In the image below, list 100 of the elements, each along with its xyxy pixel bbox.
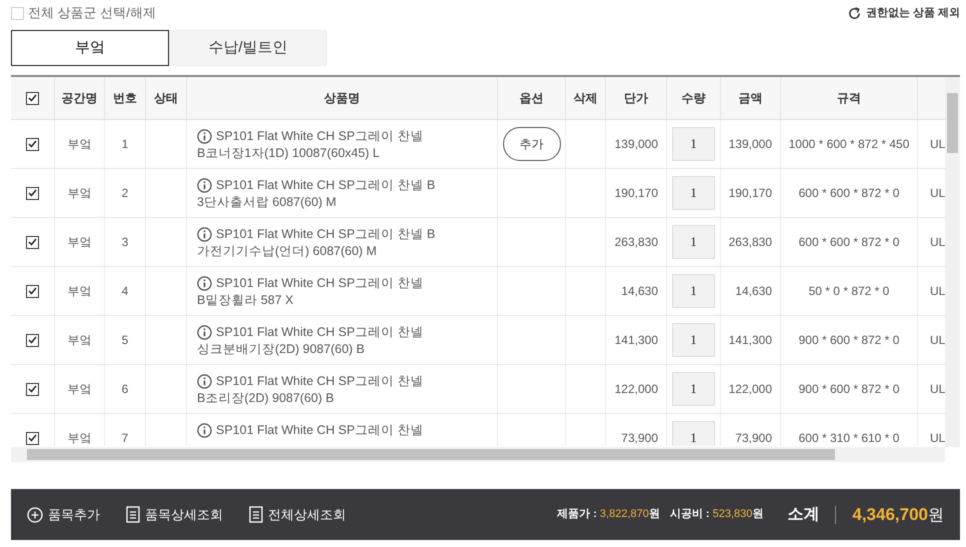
add-item-button[interactable]: 품목추가: [27, 504, 100, 524]
product-name: SP101 Flat White CH SP그레이 찬넬 B: [216, 226, 436, 243]
table-cell-text: 900 * 600 * 872 * 0: [798, 381, 900, 398]
column-header: 수량: [682, 90, 706, 107]
currency-unit: 원: [752, 507, 764, 522]
vertical-scrollbar[interactable]: [945, 77, 960, 447]
total-label: 시공비 :: [670, 507, 710, 522]
checkbox[interactable]: [26, 236, 39, 248]
product-name: SP101 Flat White CH SP그레이 찬넬: [216, 324, 424, 341]
product-name: SP101 Flat White CH SP그레이 찬넬: [216, 373, 424, 390]
table-cell-text: UL: [930, 283, 945, 300]
table-cell-text: UL: [930, 381, 945, 398]
table-cell-text: UL: [930, 234, 945, 251]
table-cell-text: 5: [122, 332, 128, 349]
table-cell-text: 50 * 0 * 872 * 0: [808, 283, 890, 300]
table-cell-text: 14,630: [735, 283, 772, 300]
info-icon[interactable]: [197, 374, 212, 389]
tab[interactable]: 수납/빌트인: [169, 30, 327, 66]
checkbox[interactable]: [26, 186, 39, 200]
info-icon[interactable]: [197, 227, 212, 242]
table-cell-text: 부엌: [68, 283, 92, 300]
column-header: 금액: [738, 90, 762, 107]
refresh-icon: [846, 6, 862, 20]
exclude-link[interactable]: 권한없는 상품 제외: [846, 4, 960, 22]
info-icon[interactable]: [197, 178, 212, 193]
product-name: B코너장1자(1D) 10087(60x45) L: [197, 145, 381, 162]
quantity-field[interactable]: 1: [672, 127, 715, 161]
plus-circle-icon: [27, 506, 43, 522]
detail-view-button[interactable]: 품목상세조회: [126, 504, 223, 524]
product-name: B밑장휠라 587 X: [197, 292, 294, 309]
column-header: 번호: [113, 90, 137, 107]
document-icon: [126, 506, 140, 523]
table-cell-text: 부엌: [68, 136, 92, 153]
checkbox[interactable]: [26, 92, 39, 104]
table-cell-text: UL: [930, 332, 945, 349]
product-name: SP101 Flat White CH SP그레이 찬넬: [216, 275, 424, 292]
currency-unit: 원: [648, 507, 660, 522]
quantity-field[interactable]: 1: [672, 372, 715, 406]
info-icon[interactable]: [197, 276, 212, 291]
product-name: SP101 Flat White CH SP그레이 찬넬: [216, 128, 424, 145]
checkbox[interactable]: [26, 284, 39, 298]
table-cell-text: 600 * 600 * 872 * 0: [798, 185, 900, 202]
quantity-field[interactable]: 1: [672, 323, 715, 357]
checkbox[interactable]: [26, 334, 39, 346]
add-option-button[interactable]: 추가: [502, 127, 560, 161]
checkbox[interactable]: [26, 138, 39, 150]
column-header: 단가: [624, 90, 648, 107]
subtotal-value: 4,346,700: [852, 504, 928, 526]
quantity-field[interactable]: 1: [672, 225, 715, 259]
total-value: 523,830: [712, 507, 752, 522]
table-cell-text: 600 * 310 * 610 * 0: [798, 430, 900, 446]
table-cell-text: 1000 * 600 * 872 * 450: [788, 136, 910, 153]
table-cell-text: 부엌: [68, 185, 92, 202]
tab[interactable]: 부엌: [11, 30, 169, 66]
table-cell-text: 263,830: [614, 234, 658, 251]
table-cell-text: 263,830: [728, 234, 772, 251]
table-cell-text: 1: [122, 136, 128, 153]
product-name: SP101 Flat White CH SP그레이 찬넬: [216, 422, 424, 439]
product-name: 가전기기수납(언더) 6087(60) M: [197, 243, 378, 260]
table-cell-text: 141,300: [614, 332, 658, 349]
quantity-field[interactable]: 1: [672, 421, 715, 446]
table-cell-text: 190,170: [614, 185, 658, 202]
table-cell-text: 6: [122, 381, 128, 398]
table-cell-text: 122,000: [728, 381, 772, 398]
subtotal-label: 소계: [787, 504, 820, 524]
document-icon: [249, 506, 263, 523]
product-name: 싱크분배기장(2D) 9087(60) B: [197, 341, 366, 358]
table-cell-text: 190,170: [728, 185, 772, 202]
quantity-field[interactable]: 1: [672, 176, 715, 210]
table-cell-text: UL: [930, 430, 945, 446]
table-cell-text: 73,900: [621, 430, 658, 446]
info-icon[interactable]: [197, 423, 212, 438]
select-all-label: 전체 상품군 선택/해제: [28, 4, 156, 22]
column-header: 상태: [154, 90, 178, 107]
currency-unit: 원: [928, 506, 944, 526]
table-cell-text: 73,900: [735, 430, 772, 446]
column-header: 삭제: [574, 90, 598, 107]
table-cell-text: UL: [930, 136, 945, 153]
horizontal-scrollbar[interactable]: [11, 447, 945, 462]
quantity-field[interactable]: 1: [672, 274, 715, 308]
table-cell-text: 600 * 600 * 872 * 0: [798, 234, 900, 251]
column-header: 옵션: [520, 90, 544, 107]
table-cell-text: 부엌: [68, 234, 92, 251]
table-cell-text: 4: [122, 283, 128, 300]
total-value: 3,822,870: [600, 507, 649, 522]
column-header: 상품명: [324, 90, 360, 107]
table-cell-text: 14,630: [621, 283, 658, 300]
table-cell-text: 141,300: [728, 332, 772, 349]
table-cell-text: 2: [122, 185, 128, 202]
checkbox[interactable]: [26, 432, 39, 444]
table-cell-text: 부엌: [68, 430, 92, 446]
info-icon[interactable]: [197, 129, 212, 144]
product-name: B조리장(2D) 9087(60) B: [197, 390, 335, 407]
detail-view-button[interactable]: 전체상세조회: [249, 504, 346, 524]
checkbox[interactable]: [26, 382, 39, 396]
product-name: SP101 Flat White CH SP그레이 찬넬 B: [216, 177, 436, 194]
info-icon[interactable]: [197, 325, 212, 340]
column-header: 공간명: [62, 90, 98, 107]
table-cell-text: 부엌: [68, 332, 92, 349]
table-cell-text: 7: [122, 430, 128, 446]
